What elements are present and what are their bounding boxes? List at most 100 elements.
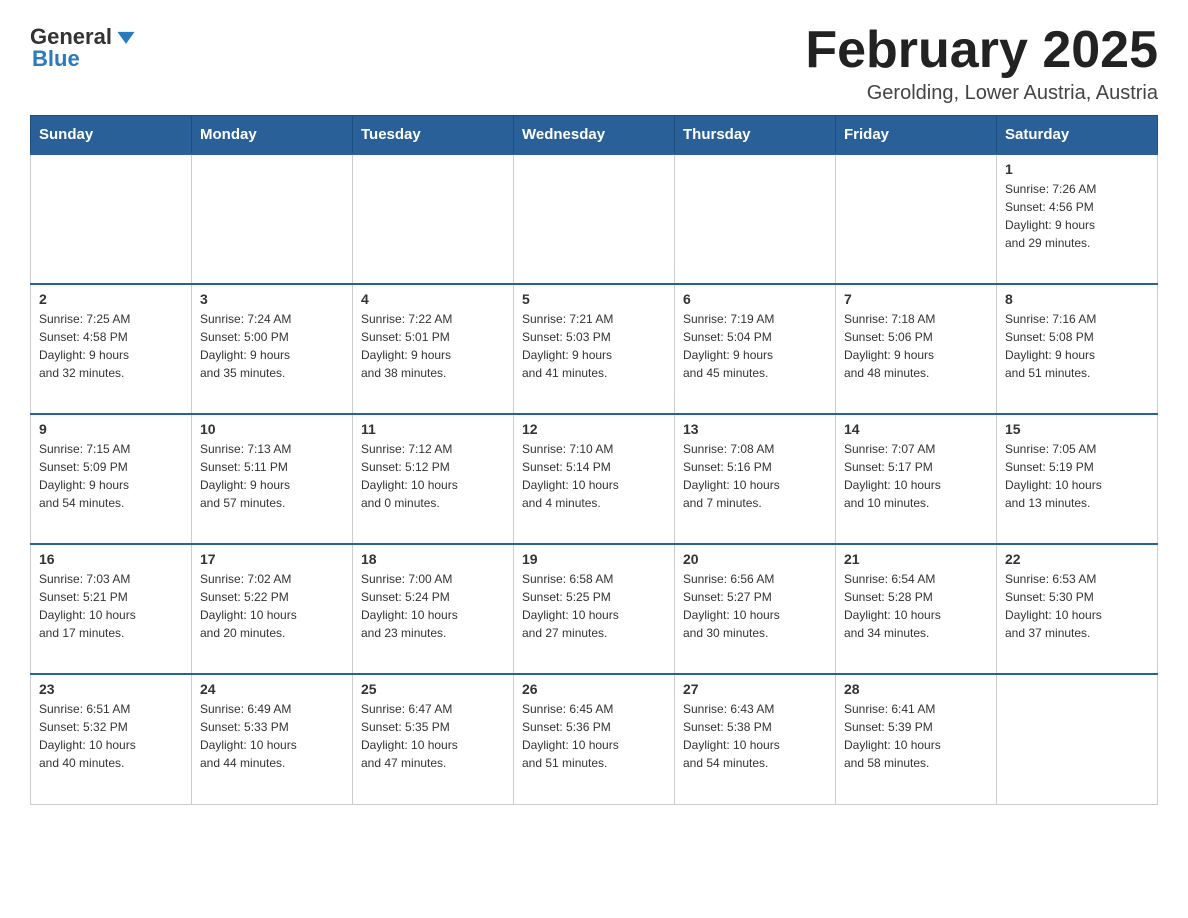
weekday-header-wednesday: Wednesday (514, 116, 675, 155)
day-number: 22 (1005, 551, 1149, 567)
day-info: Sunrise: 7:03 AMSunset: 5:21 PMDaylight:… (39, 570, 183, 642)
day-info: Sunrise: 7:13 AMSunset: 5:11 PMDaylight:… (200, 440, 344, 512)
calendar-day-cell: 2 Sunrise: 7:25 AMSunset: 4:58 PMDaylight… (31, 284, 192, 414)
day-info: Sunrise: 6:58 AMSunset: 5:25 PMDaylight:… (522, 570, 666, 642)
day-info: Sunrise: 7:02 AMSunset: 5:22 PMDaylight:… (200, 570, 344, 642)
calendar-table: SundayMondayTuesdayWednesdayThursdayFrid… (30, 115, 1158, 805)
calendar-day-cell: 4 Sunrise: 7:22 AMSunset: 5:01 PMDaylight… (353, 284, 514, 414)
day-info: Sunrise: 6:56 AMSunset: 5:27 PMDaylight:… (683, 570, 827, 642)
day-info: Sunrise: 7:08 AMSunset: 5:16 PMDaylight:… (683, 440, 827, 512)
calendar-day-cell (31, 154, 192, 284)
day-number: 20 (683, 551, 827, 567)
calendar-day-cell: 15 Sunrise: 7:05 AMSunset: 5:19 PMDayligh… (997, 414, 1158, 544)
weekday-header-monday: Monday (192, 116, 353, 155)
calendar-day-cell: 24 Sunrise: 6:49 AMSunset: 5:33 PMDayligh… (192, 674, 353, 804)
day-info: Sunrise: 7:18 AMSunset: 5:06 PMDaylight:… (844, 310, 988, 382)
day-number: 19 (522, 551, 666, 567)
day-info: Sunrise: 7:22 AMSunset: 5:01 PMDaylight:… (361, 310, 505, 382)
day-info: Sunrise: 7:00 AMSunset: 5:24 PMDaylight:… (361, 570, 505, 642)
weekday-header-friday: Friday (836, 116, 997, 155)
calendar-week-row: 2 Sunrise: 7:25 AMSunset: 4:58 PMDaylight… (31, 284, 1158, 414)
day-info: Sunrise: 6:47 AMSunset: 5:35 PMDaylight:… (361, 700, 505, 772)
day-info: Sunrise: 7:07 AMSunset: 5:17 PMDaylight:… (844, 440, 988, 512)
calendar-day-cell: 16 Sunrise: 7:03 AMSunset: 5:21 PMDayligh… (31, 544, 192, 674)
month-title: February 2025 (805, 24, 1158, 76)
day-number: 7 (844, 291, 988, 307)
day-info: Sunrise: 7:16 AMSunset: 5:08 PMDaylight:… (1005, 310, 1149, 382)
day-number: 23 (39, 681, 183, 697)
calendar-day-cell: 3Sunrise: 7:24 AMSunset: 5:00 PMDaylight… (192, 284, 353, 414)
calendar-week-row: 1 Sunrise: 7:26 AMSunset: 4:56 PMDaylight… (31, 154, 1158, 284)
calendar-day-cell: 21 Sunrise: 6:54 AMSunset: 5:28 PMDayligh… (836, 544, 997, 674)
calendar-day-cell: 5 Sunrise: 7:21 AMSunset: 5:03 PMDaylight… (514, 284, 675, 414)
calendar-day-cell: 13 Sunrise: 7:08 AMSunset: 5:16 PMDayligh… (675, 414, 836, 544)
weekday-header-sunday: Sunday (31, 116, 192, 155)
day-info: Sunrise: 6:53 AMSunset: 5:30 PMDaylight:… (1005, 570, 1149, 642)
calendar-day-cell: 19 Sunrise: 6:58 AMSunset: 5:25 PMDayligh… (514, 544, 675, 674)
title-block: February 2025 Gerolding, Lower Austria, … (805, 24, 1158, 105)
calendar-day-cell: 1 Sunrise: 7:26 AMSunset: 4:56 PMDaylight… (997, 154, 1158, 284)
day-info: Sunrise: 6:51 AMSunset: 5:32 PMDaylight:… (39, 700, 183, 772)
day-number: 5 (522, 291, 666, 307)
calendar-day-cell: 25 Sunrise: 6:47 AMSunset: 5:35 PMDayligh… (353, 674, 514, 804)
logo-blue-text: Blue (32, 46, 80, 72)
day-info: Sunrise: 6:49 AMSunset: 5:33 PMDaylight:… (200, 700, 344, 772)
calendar-week-row: 9 Sunrise: 7:15 AMSunset: 5:09 PMDaylight… (31, 414, 1158, 544)
day-number: 17 (200, 551, 344, 567)
day-number: 18 (361, 551, 505, 567)
page-header: General Blue February 2025 Gerolding, Lo… (30, 24, 1158, 105)
day-info: Sunrise: 7:10 AMSunset: 5:14 PMDaylight:… (522, 440, 666, 512)
calendar-day-cell: 17 Sunrise: 7:02 AMSunset: 5:22 PMDayligh… (192, 544, 353, 674)
day-number: 10 (200, 421, 344, 437)
day-info: Sunrise: 7:25 AMSunset: 4:58 PMDaylight:… (39, 310, 183, 382)
calendar-day-cell: 23 Sunrise: 6:51 AMSunset: 5:32 PMDayligh… (31, 674, 192, 804)
calendar-day-cell: 22 Sunrise: 6:53 AMSunset: 5:30 PMDayligh… (997, 544, 1158, 674)
day-info: Sunrise: 6:45 AMSunset: 5:36 PMDaylight:… (522, 700, 666, 772)
day-info: Sunrise: 6:43 AMSunset: 5:38 PMDaylight:… (683, 700, 827, 772)
calendar-day-cell (836, 154, 997, 284)
weekday-header-saturday: Saturday (997, 116, 1158, 155)
calendar-day-cell: 28Sunrise: 6:41 AMSunset: 5:39 PMDayligh… (836, 674, 997, 804)
day-info: Sunrise: 7:19 AMSunset: 5:04 PMDaylight:… (683, 310, 827, 382)
day-info: Sunrise: 6:54 AMSunset: 5:28 PMDaylight:… (844, 570, 988, 642)
calendar-day-cell (353, 154, 514, 284)
day-number: 28 (844, 681, 988, 697)
weekday-header-thursday: Thursday (675, 116, 836, 155)
calendar-day-cell: 11 Sunrise: 7:12 AMSunset: 5:12 PMDayligh… (353, 414, 514, 544)
day-number: 4 (361, 291, 505, 307)
calendar-day-cell: 7 Sunrise: 7:18 AMSunset: 5:06 PMDaylight… (836, 284, 997, 414)
day-number: 24 (200, 681, 344, 697)
calendar-day-cell: 9 Sunrise: 7:15 AMSunset: 5:09 PMDaylight… (31, 414, 192, 544)
day-number: 15 (1005, 421, 1149, 437)
calendar-day-cell: 12 Sunrise: 7:10 AMSunset: 5:14 PMDayligh… (514, 414, 675, 544)
location-subtitle: Gerolding, Lower Austria, Austria (805, 82, 1158, 105)
day-number: 11 (361, 421, 505, 437)
calendar-day-cell: 18 Sunrise: 7:00 AMSunset: 5:24 PMDayligh… (353, 544, 514, 674)
day-info: Sunrise: 7:12 AMSunset: 5:12 PMDaylight:… (361, 440, 505, 512)
day-number: 21 (844, 551, 988, 567)
day-number: 2 (39, 291, 183, 307)
calendar-header: SundayMondayTuesdayWednesdayThursdayFrid… (31, 116, 1158, 155)
calendar-day-cell: 26 Sunrise: 6:45 AMSunset: 5:36 PMDayligh… (514, 674, 675, 804)
day-number: 16 (39, 551, 183, 567)
day-info: Sunrise: 7:26 AMSunset: 4:56 PMDaylight:… (1005, 180, 1149, 252)
day-number: 12 (522, 421, 666, 437)
day-number: 13 (683, 421, 827, 437)
weekday-header-row: SundayMondayTuesdayWednesdayThursdayFrid… (31, 116, 1158, 155)
day-number: 27 (683, 681, 827, 697)
day-number: 1 (1005, 161, 1149, 177)
day-number: 26 (522, 681, 666, 697)
calendar-day-cell: 6Sunrise: 7:19 AMSunset: 5:04 PMDaylight… (675, 284, 836, 414)
calendar-day-cell: 8Sunrise: 7:16 AMSunset: 5:08 PMDaylight… (997, 284, 1158, 414)
day-info: Sunrise: 7:05 AMSunset: 5:19 PMDaylight:… (1005, 440, 1149, 512)
day-info: Sunrise: 7:24 AMSunset: 5:00 PMDaylight:… (200, 310, 344, 382)
day-number: 9 (39, 421, 183, 437)
day-info: Sunrise: 7:21 AMSunset: 5:03 PMDaylight:… (522, 310, 666, 382)
logo: General Blue (30, 24, 138, 72)
calendar-day-cell: 20 Sunrise: 6:56 AMSunset: 5:27 PMDayligh… (675, 544, 836, 674)
calendar-day-cell (192, 154, 353, 284)
day-info: Sunrise: 7:15 AMSunset: 5:09 PMDaylight:… (39, 440, 183, 512)
calendar-day-cell: 27 Sunrise: 6:43 AMSunset: 5:38 PMDayligh… (675, 674, 836, 804)
day-number: 25 (361, 681, 505, 697)
logo-arrow-icon (114, 25, 138, 49)
